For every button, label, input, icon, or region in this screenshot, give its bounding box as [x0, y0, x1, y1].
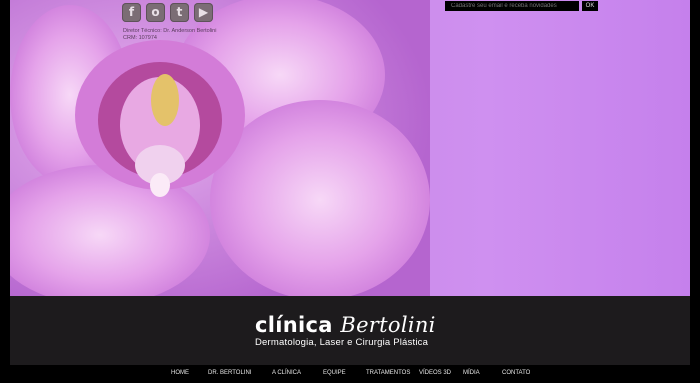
main-navigation: HOME DR. BERTOLINI A CLÍNICA EQUIPE TRAT…: [0, 368, 700, 380]
nav-item-tratamentos[interactable]: TRATAMENTOS: [366, 370, 410, 376]
clinic-logo[interactable]: clínica Bertolini Dermatologia, Laser e …: [255, 314, 436, 349]
youtube-icon[interactable]: ▶: [194, 3, 213, 22]
newsletter-submit-button[interactable]: OK: [582, 1, 598, 11]
nav-item-a-clinica[interactable]: A CLÍNICA: [272, 370, 301, 376]
clinic-tagline: Dermatologia, Laser e Cirurgia Plástica: [255, 337, 429, 348]
clinic-name-part2: Bertolini: [340, 313, 436, 337]
facebook-icon[interactable]: f: [122, 3, 141, 22]
nav-item-midia[interactable]: MÍDIA: [463, 370, 480, 376]
hero-image: f o t ▶ Diretor Técnico: Dr. Anderson Be…: [10, 0, 690, 296]
orkut-icon[interactable]: o: [146, 3, 165, 22]
credit-crm: CRM: 107974: [123, 35, 157, 41]
clinic-name-part1: clínica: [255, 313, 333, 337]
social-links: f o t ▶: [122, 3, 213, 22]
nav-item-dr-bertolini[interactable]: DR. BERTOLINI: [208, 370, 251, 376]
newsletter-form: OK: [445, 1, 598, 11]
orchid-image: [10, 0, 430, 296]
nav-item-contato[interactable]: CONTATO: [502, 370, 530, 376]
credit-name: Diretor Técnico: Dr. Anderson Bertolini: [123, 28, 217, 34]
newsletter-email-input[interactable]: [445, 1, 579, 11]
technical-director-credit: Diretor Técnico: Dr. Anderson Bertolini …: [123, 28, 216, 42]
clinic-name: clínica Bertolini: [255, 314, 436, 336]
nav-item-home[interactable]: HOME: [171, 370, 189, 376]
nav-item-videos-3d[interactable]: VÍDEOS 3D: [419, 370, 451, 376]
nav-item-equipe[interactable]: EQUIPE: [323, 370, 346, 376]
brand-banner: clínica Bertolini Dermatologia, Laser e …: [10, 296, 690, 365]
twitter-icon[interactable]: t: [170, 3, 189, 22]
